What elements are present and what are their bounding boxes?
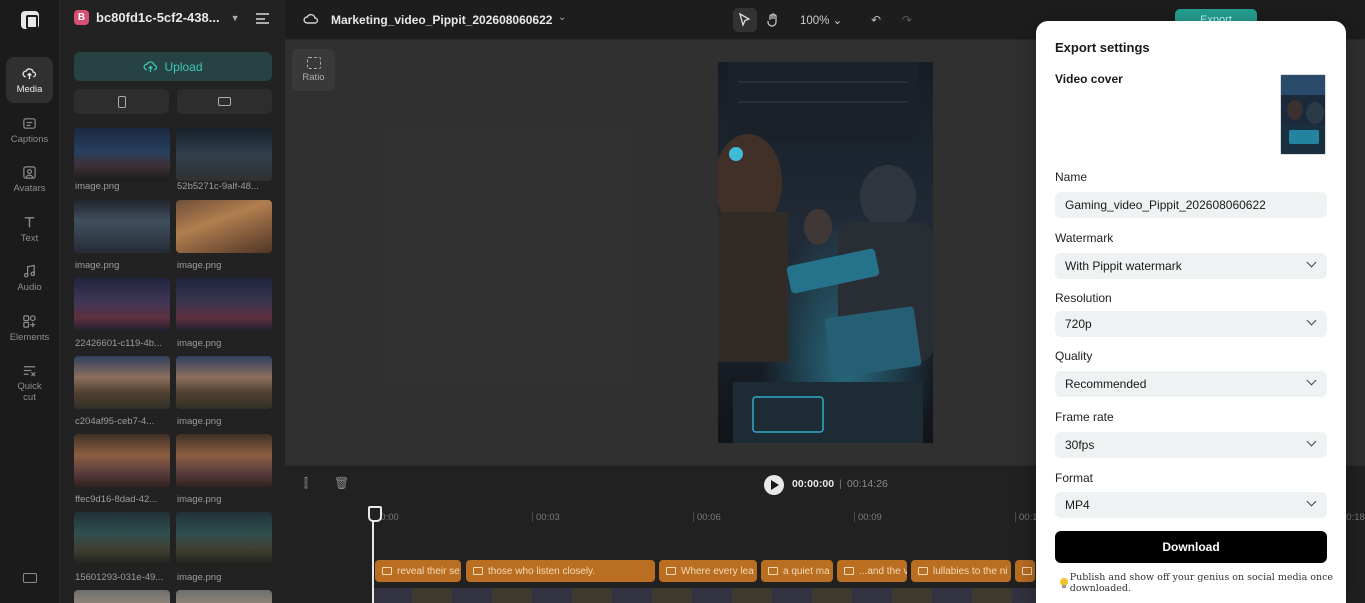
download-button[interactable]: Download [1055, 531, 1327, 563]
chevron-down-icon [1306, 315, 1317, 326]
name-input[interactable]: Gaming_video_Pippit_202608060622 [1055, 192, 1327, 218]
export-settings-dialog: Export settings Video cover Name Gaming_… [1036, 21, 1346, 603]
download-hint: Publish and show off your genius on soci… [1060, 572, 1346, 594]
format-value: MP4 [1065, 498, 1090, 512]
quality-label: Quality [1055, 349, 1093, 363]
chevron-down-icon [1306, 436, 1317, 447]
video-cover-thumbnail[interactable] [1280, 74, 1326, 155]
dialog-title: Export settings [1055, 40, 1150, 55]
name-label: Name [1055, 170, 1088, 184]
name-value: Gaming_video_Pippit_202608060622 [1065, 198, 1266, 212]
format-label: Format [1055, 471, 1094, 485]
lightbulb-icon [1060, 578, 1068, 588]
resolution-select[interactable]: 720p [1055, 311, 1327, 337]
resolution-label: Resolution [1055, 291, 1112, 305]
resolution-value: 720p [1065, 317, 1092, 331]
chevron-down-icon [1306, 257, 1317, 268]
framerate-value: 30fps [1065, 438, 1095, 452]
watermark-label: Watermark [1055, 231, 1114, 245]
watermark-select[interactable]: With Pippit watermark [1055, 253, 1327, 279]
hint-text: Publish and show off your genius on soci… [1069, 572, 1334, 594]
watermark-value: With Pippit watermark [1065, 259, 1182, 273]
cover-illustration [1281, 75, 1325, 154]
format-select[interactable]: MP4 [1055, 492, 1327, 518]
framerate-label: Frame rate [1055, 410, 1114, 424]
chevron-down-icon [1306, 496, 1317, 507]
framerate-select[interactable]: 30fps [1055, 432, 1327, 458]
quality-select[interactable]: Recommended [1055, 371, 1327, 397]
quality-value: Recommended [1065, 377, 1147, 391]
chevron-down-icon [1306, 375, 1317, 386]
video-cover-label: Video cover [1055, 72, 1123, 86]
